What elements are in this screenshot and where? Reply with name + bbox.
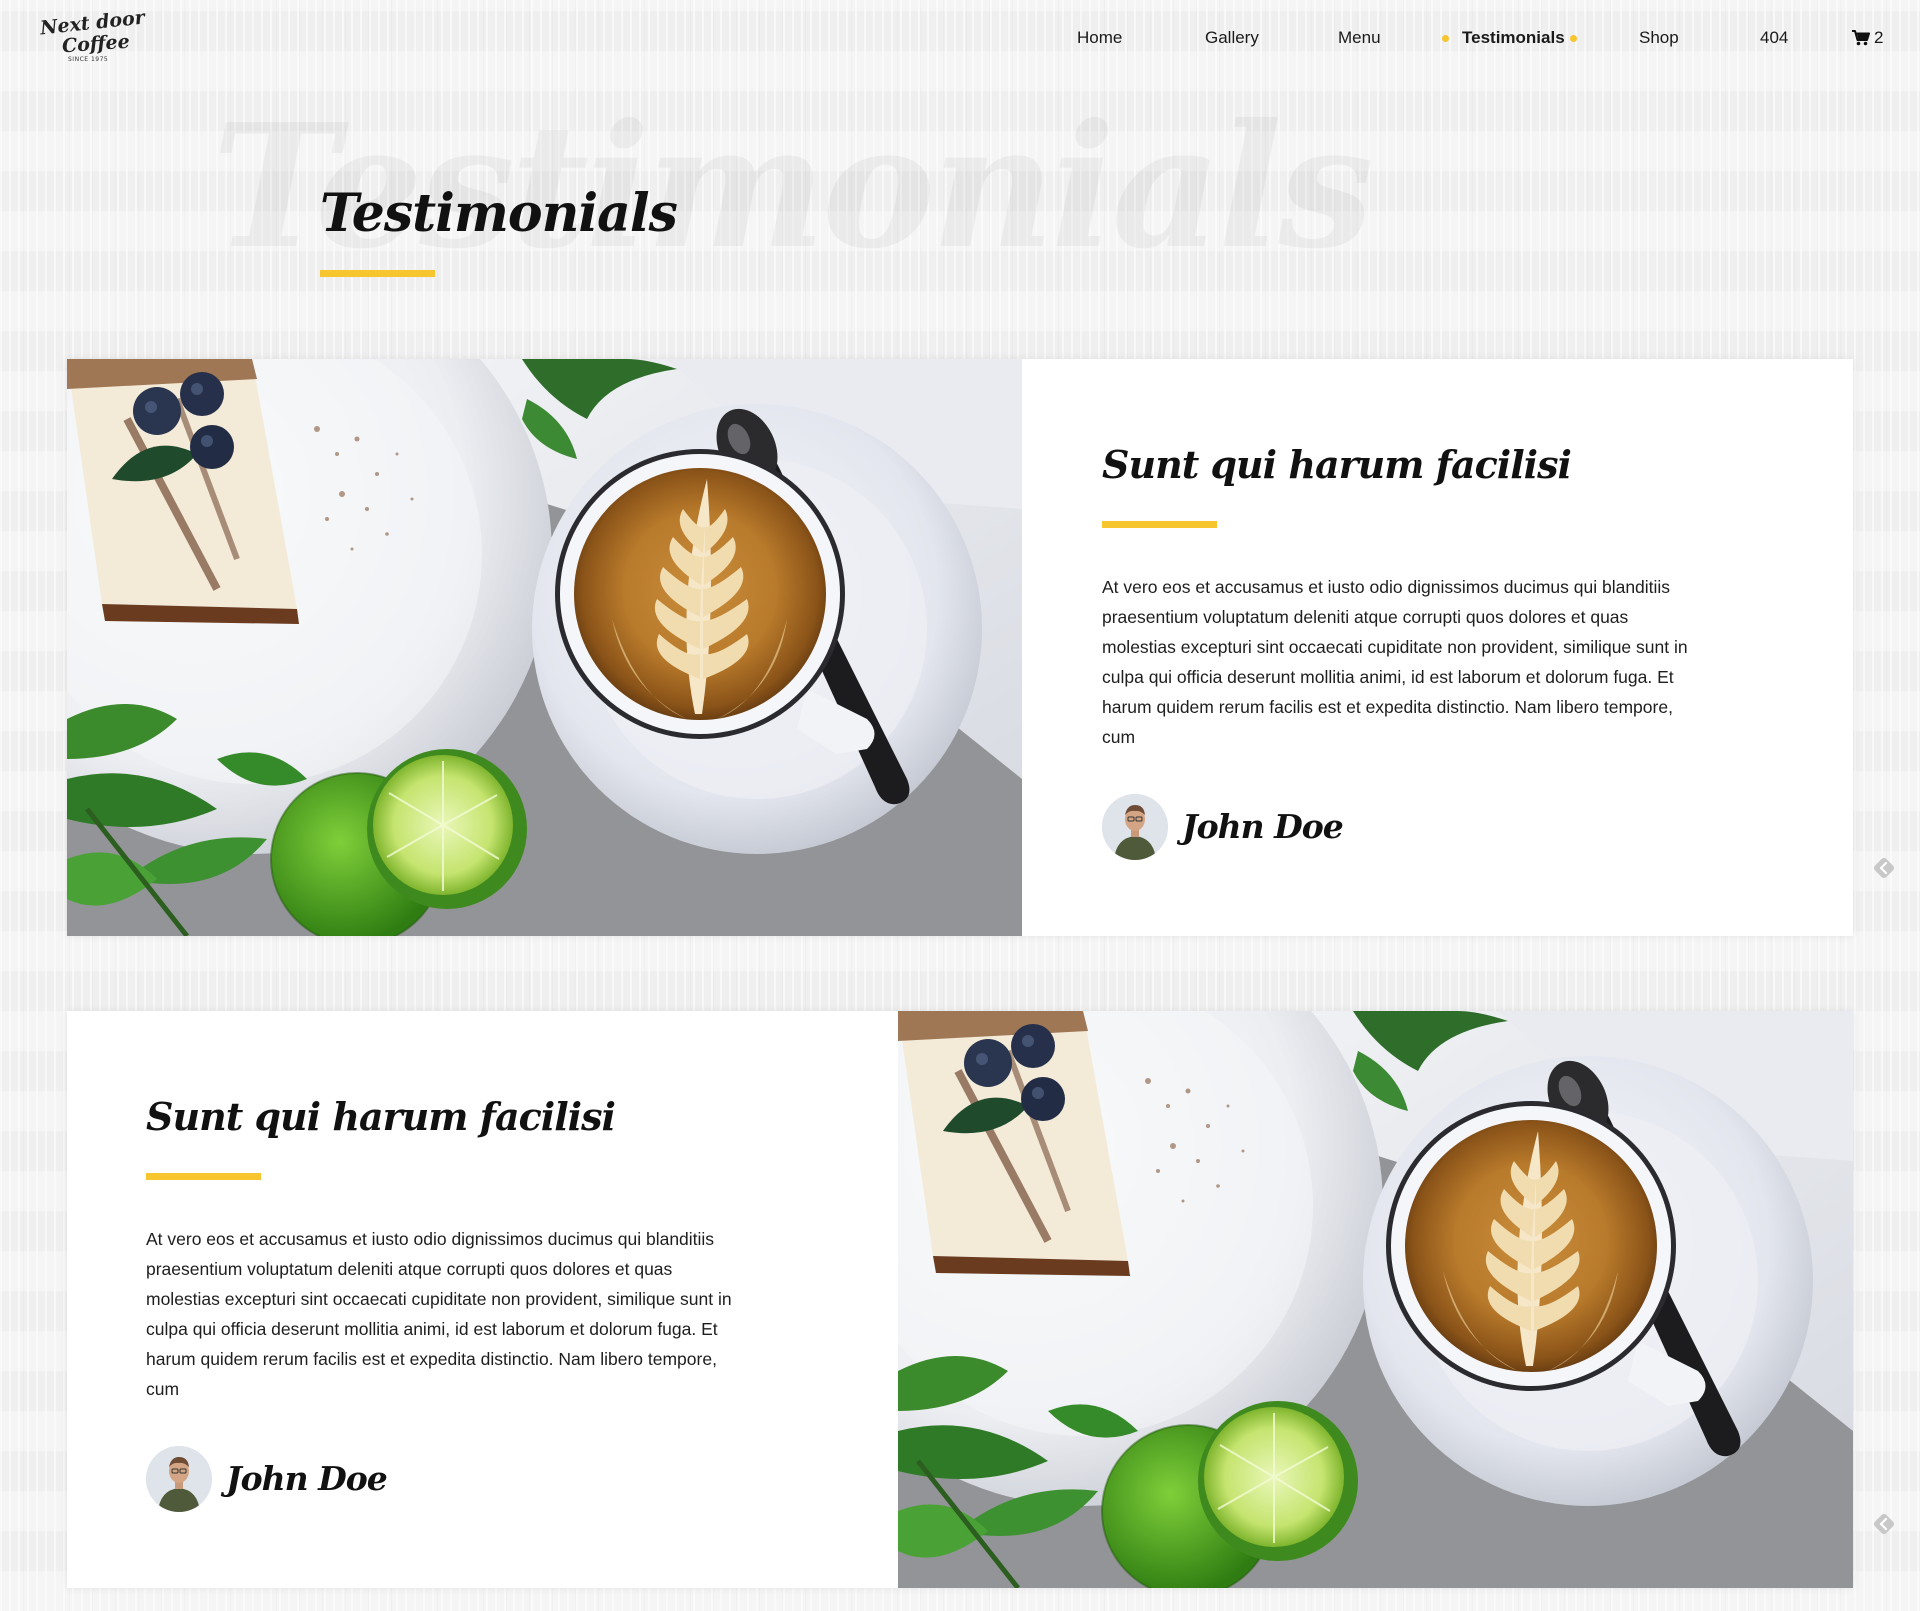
author-avatar xyxy=(146,1446,212,1512)
author-avatar xyxy=(1102,794,1168,860)
testimonial-content: Sunt qui harum facilisi At vero eos et a… xyxy=(1102,359,1802,936)
testimonial-photo xyxy=(898,1011,1853,1588)
author-name: John Doe xyxy=(226,1459,388,1498)
chevron-left-icon[interactable] xyxy=(1872,1512,1896,1536)
testimonial-title-underline xyxy=(1102,521,1217,528)
testimonial-body: At vero eos et accusamus et iusto odio d… xyxy=(146,1229,732,1399)
coffee-cake-image xyxy=(67,359,1022,936)
chevron-left-icon[interactable] xyxy=(1872,856,1896,880)
cart-count: 2 xyxy=(1874,28,1884,47)
testimonial-content: Sunt qui harum facilisi At vero eos et a… xyxy=(146,1011,846,1588)
testimonial-card: Sunt qui harum facilisi At vero eos et a… xyxy=(67,1011,1853,1588)
nav-active-dot-left xyxy=(1442,35,1449,42)
nav-active-dot-right xyxy=(1570,35,1577,42)
nav-item-404[interactable]: 404 xyxy=(1760,26,1788,50)
nav-item-shop[interactable]: Shop xyxy=(1639,26,1679,50)
testimonial-title-underline xyxy=(146,1173,261,1180)
testimonial-card: Sunt qui harum facilisi At vero eos et a… xyxy=(67,359,1853,936)
title-underline xyxy=(320,270,435,277)
nav-item-menu[interactable]: Menu xyxy=(1338,26,1381,50)
coffee-cake-image xyxy=(898,1011,1853,1588)
person-icon xyxy=(1102,794,1168,860)
testimonial-title: Sunt qui harum facilisi xyxy=(1102,442,1572,487)
nav-item-testimonials[interactable]: Testimonials xyxy=(1462,26,1565,50)
testimonial-title: Sunt qui harum facilisi xyxy=(146,1094,616,1139)
logo-text-since: SINCE 1975 xyxy=(68,56,109,63)
nav-item-gallery[interactable]: Gallery xyxy=(1205,26,1259,50)
main-nav: Home Gallery Menu Testimonials Shop 404 … xyxy=(0,26,1920,50)
testimonial-photo xyxy=(67,359,1022,936)
page-title: Testimonials xyxy=(320,183,678,244)
author-name: John Doe xyxy=(1182,807,1344,846)
nav-item-home[interactable]: Home xyxy=(1077,26,1122,50)
testimonial-body: At vero eos et accusamus et iusto odio d… xyxy=(1102,577,1688,747)
cart-icon[interactable] xyxy=(1852,30,1870,46)
person-icon xyxy=(146,1446,212,1512)
